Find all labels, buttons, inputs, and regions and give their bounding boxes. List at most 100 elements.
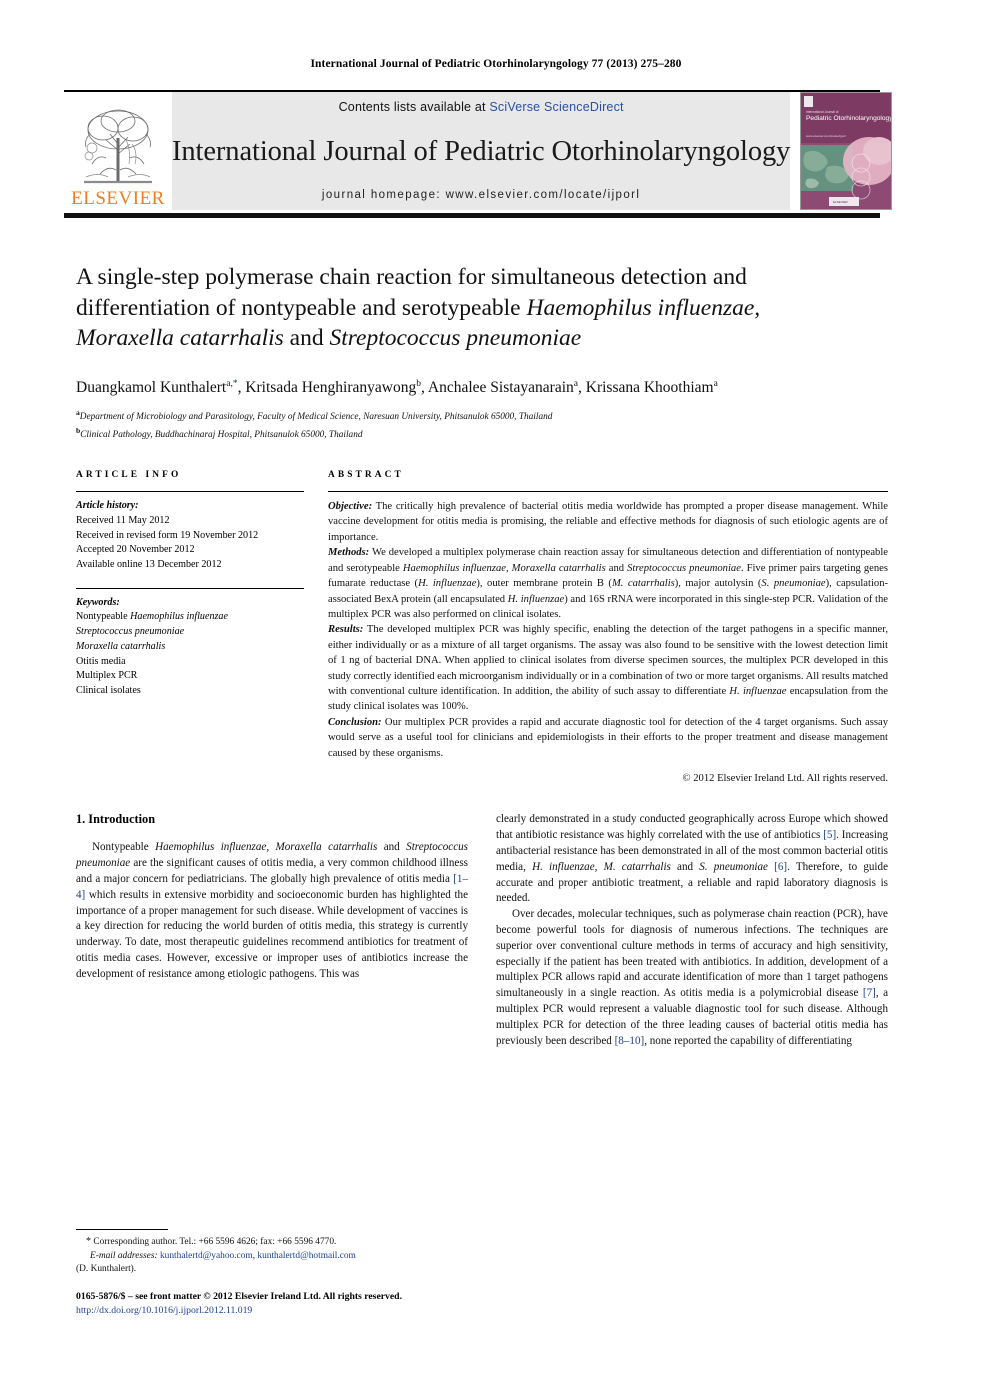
keywords-rule (76, 587, 304, 589)
intro-italic-species: Haemophilus influenzae, Moraxella catarr… (155, 841, 378, 854)
keyword-italic: Moraxella catarrhalis (76, 640, 166, 652)
abstract-column: ABSTRACT Objective: The critically high … (328, 470, 888, 786)
imprint-block: 0165-5876/$ – see front matter © 2012 El… (76, 1290, 468, 1319)
corresponding-author-footnote: * Corresponding author. Tel.: +66 5596 4… (76, 1235, 468, 1277)
author-affil-mark: a, (226, 378, 233, 389)
history-item: Received 11 May 2012 (76, 514, 170, 526)
cover-artwork: International Journal of Pediatric Otorh… (801, 93, 892, 209)
abstract-results-text: The developed multiplex PCR was highly s… (328, 624, 888, 713)
abstract-results-label: Results: (328, 624, 364, 636)
article-history-block: Article history: Received 11 May 2012 Re… (76, 499, 304, 573)
email-link-secondary[interactable]: kunthalertd@hotmail.com (257, 1251, 355, 1261)
article-info-rule (76, 491, 304, 493)
citation-ref[interactable]: [6] (768, 861, 787, 873)
svg-text:ELSEVIER: ELSEVIER (833, 200, 849, 204)
citation-ref[interactable]: [7] (863, 987, 876, 999)
body-columns: 1. Introduction Nontypeable Haemophilus … (76, 812, 888, 1049)
author-separator: , (578, 378, 586, 396)
svg-text:Pediatric Otorhinolaryngology: Pediatric Otorhinolaryngology (806, 115, 891, 122)
email-addresses-label: E-mail addresses: (90, 1250, 158, 1261)
citation-ref[interactable]: [5] (823, 829, 836, 841)
abstract-conclusion-text: Our multiplex PCR provides a rapid and a… (328, 716, 888, 759)
intro-italic-species: S. pneumoniae (699, 860, 768, 873)
intro-text: and (670, 860, 700, 873)
masthead-center: Contents lists available at SciVerse Sci… (172, 92, 790, 210)
history-item: Accepted 20 November 2012 (76, 544, 195, 556)
title-line-2-italic: Haemophilus influenzae, (526, 294, 761, 321)
article-page: International Journal of Pediatric Otorh… (0, 58, 992, 1381)
article-info-heading: ARTICLE INFO (76, 470, 182, 481)
affiliation-list: aDepartment of Microbiology and Parasito… (76, 407, 886, 442)
keyword-item: Clinical isolates (76, 685, 141, 697)
author-name: Krissana Khoothiam (585, 378, 714, 396)
journal-masthead: ELSEVIER Contents lists available at Sci… (64, 90, 934, 218)
abstract-methods: Methods: We developed a multiplex polyme… (328, 545, 888, 622)
abstract-methods-label: Methods: (328, 547, 370, 559)
author-name: Duangkamol Kunthalert (76, 378, 227, 396)
elsevier-wordmark: ELSEVIER (71, 188, 165, 209)
intro-text: which results in extensive morbidity and… (76, 888, 468, 980)
author-affil-mark: a (713, 378, 718, 389)
elsevier-tree-icon (84, 109, 152, 184)
title-line-2-plain: differentiation of nontypeable and serot… (76, 294, 527, 321)
intro-italic-species: H. influenzae, M. catarrhalis (532, 860, 671, 873)
citation-ref[interactable]: [8–10] (615, 1035, 645, 1047)
abstract-heading: ABSTRACT (328, 470, 404, 481)
abstract-objective-label: Objective: (328, 501, 373, 513)
article-info-abstract-panel: ARTICLE INFO Article history: Received 1… (76, 470, 888, 786)
author-separator: , (420, 378, 428, 396)
abstract-conclusion-label: Conclusion: (328, 716, 382, 728)
author-entry: Duangkamol Kunthalerta,* (76, 379, 238, 396)
abstract-objective: Objective: The critically high prevalenc… (328, 499, 888, 545)
affiliation-item: bClinical Pathology, Buddhachinaraj Hosp… (76, 425, 886, 443)
keyword-list: Keywords: Nontypeable Haemophilus influe… (76, 596, 304, 699)
footnote-rule (76, 1229, 168, 1231)
keyword-italic: Streptococcus pneumoniae (76, 626, 185, 638)
title-line-3-italic-2: Streptococcus pneumoniae (329, 325, 582, 352)
body-left-column: 1. Introduction Nontypeable Haemophilus … (76, 812, 468, 1049)
body-right-column: clearly demonstrated in a study conducte… (496, 812, 888, 1049)
abstract-results: Results: The developed multiplex PCR was… (328, 622, 888, 714)
svg-text:www.elsevier.com/locate/ijporl: www.elsevier.com/locate/ijporl (806, 134, 846, 138)
keyword-item: Moraxella catarrhalis (76, 640, 304, 655)
keyword-item: Multiplex PCR (76, 670, 138, 682)
affiliation-text: Clinical Pathology, Buddhachinaraj Hospi… (80, 429, 363, 440)
article-history-label: Article history: (76, 500, 139, 512)
masthead-bottom-rule (64, 213, 880, 218)
corresponding-author-contact: Corresponding author. Tel.: +66 5596 462… (91, 1237, 337, 1248)
doi-link[interactable]: http://dx.doi.org/10.1016/j.ijporl.2012.… (76, 1304, 468, 1319)
title-line-1: A single-step polymerase chain reaction … (76, 264, 747, 290)
sciencedirect-link[interactable]: SciVerse ScienceDirect (489, 100, 623, 114)
elsevier-logo: ELSEVIER (64, 92, 172, 210)
affiliation-item: aDepartment of Microbiology and Parasito… (76, 407, 886, 425)
title-line-3-italic-1: Moraxella catarrhalis (76, 325, 284, 352)
keyword-item: Streptococcus pneumoniae (76, 625, 304, 640)
paper-title: A single-step polymerase chain reaction … (76, 262, 886, 354)
abstract-objective-text: The critically high prevalence of bacter… (328, 501, 888, 543)
author-entry: Anchalee Sistayanaraina (428, 379, 578, 396)
page-footer: * Corresponding author. Tel.: +66 5596 4… (76, 1229, 468, 1319)
intro-text: , none reported the capability of differ… (644, 1034, 852, 1047)
affiliation-text: Department of Microbiology and Parasitol… (79, 412, 553, 423)
contents-prefix: Contents lists available at (338, 100, 490, 114)
keyword-item: Nontypeable Haemophilus influenzae (76, 611, 228, 623)
history-item: Received in revised form 19 November 201… (76, 529, 259, 541)
abstract-conclusion: Conclusion: Our multiplex PCR provides a… (328, 715, 888, 761)
title-line-3-plain: and (283, 325, 330, 352)
article-info-column: ARTICLE INFO Article history: Received 1… (76, 470, 304, 786)
title-block: A single-step polymerase chain reaction … (76, 262, 886, 442)
intro-text: Over decades, molecular techniques, such… (496, 908, 888, 1000)
email-link-primary[interactable]: kunthalertd@yahoo.com (160, 1251, 253, 1261)
intro-text: and (377, 841, 407, 854)
section-heading-introduction: 1. Introduction (76, 812, 156, 827)
author-name: Anchalee Sistayanarain (427, 378, 574, 396)
email-owner: (D. Kunthalert). (76, 1264, 137, 1275)
abstract-copyright: © 2012 Elsevier Ireland Ltd. All rights … (682, 772, 888, 784)
author-entry: Kritsada Henghiranyawongb (245, 379, 421, 396)
journal-homepage-link[interactable]: journal homepage: www.elsevier.com/locat… (322, 189, 640, 201)
keywords-block: Keywords: Nontypeable Haemophilus influe… (76, 587, 304, 699)
history-item: Available online 13 December 2012 (76, 559, 222, 570)
abstract-rule (328, 491, 888, 493)
abstract-body: Objective: The critically high prevalenc… (328, 499, 888, 786)
intro-text: Nontypeable (92, 841, 156, 854)
